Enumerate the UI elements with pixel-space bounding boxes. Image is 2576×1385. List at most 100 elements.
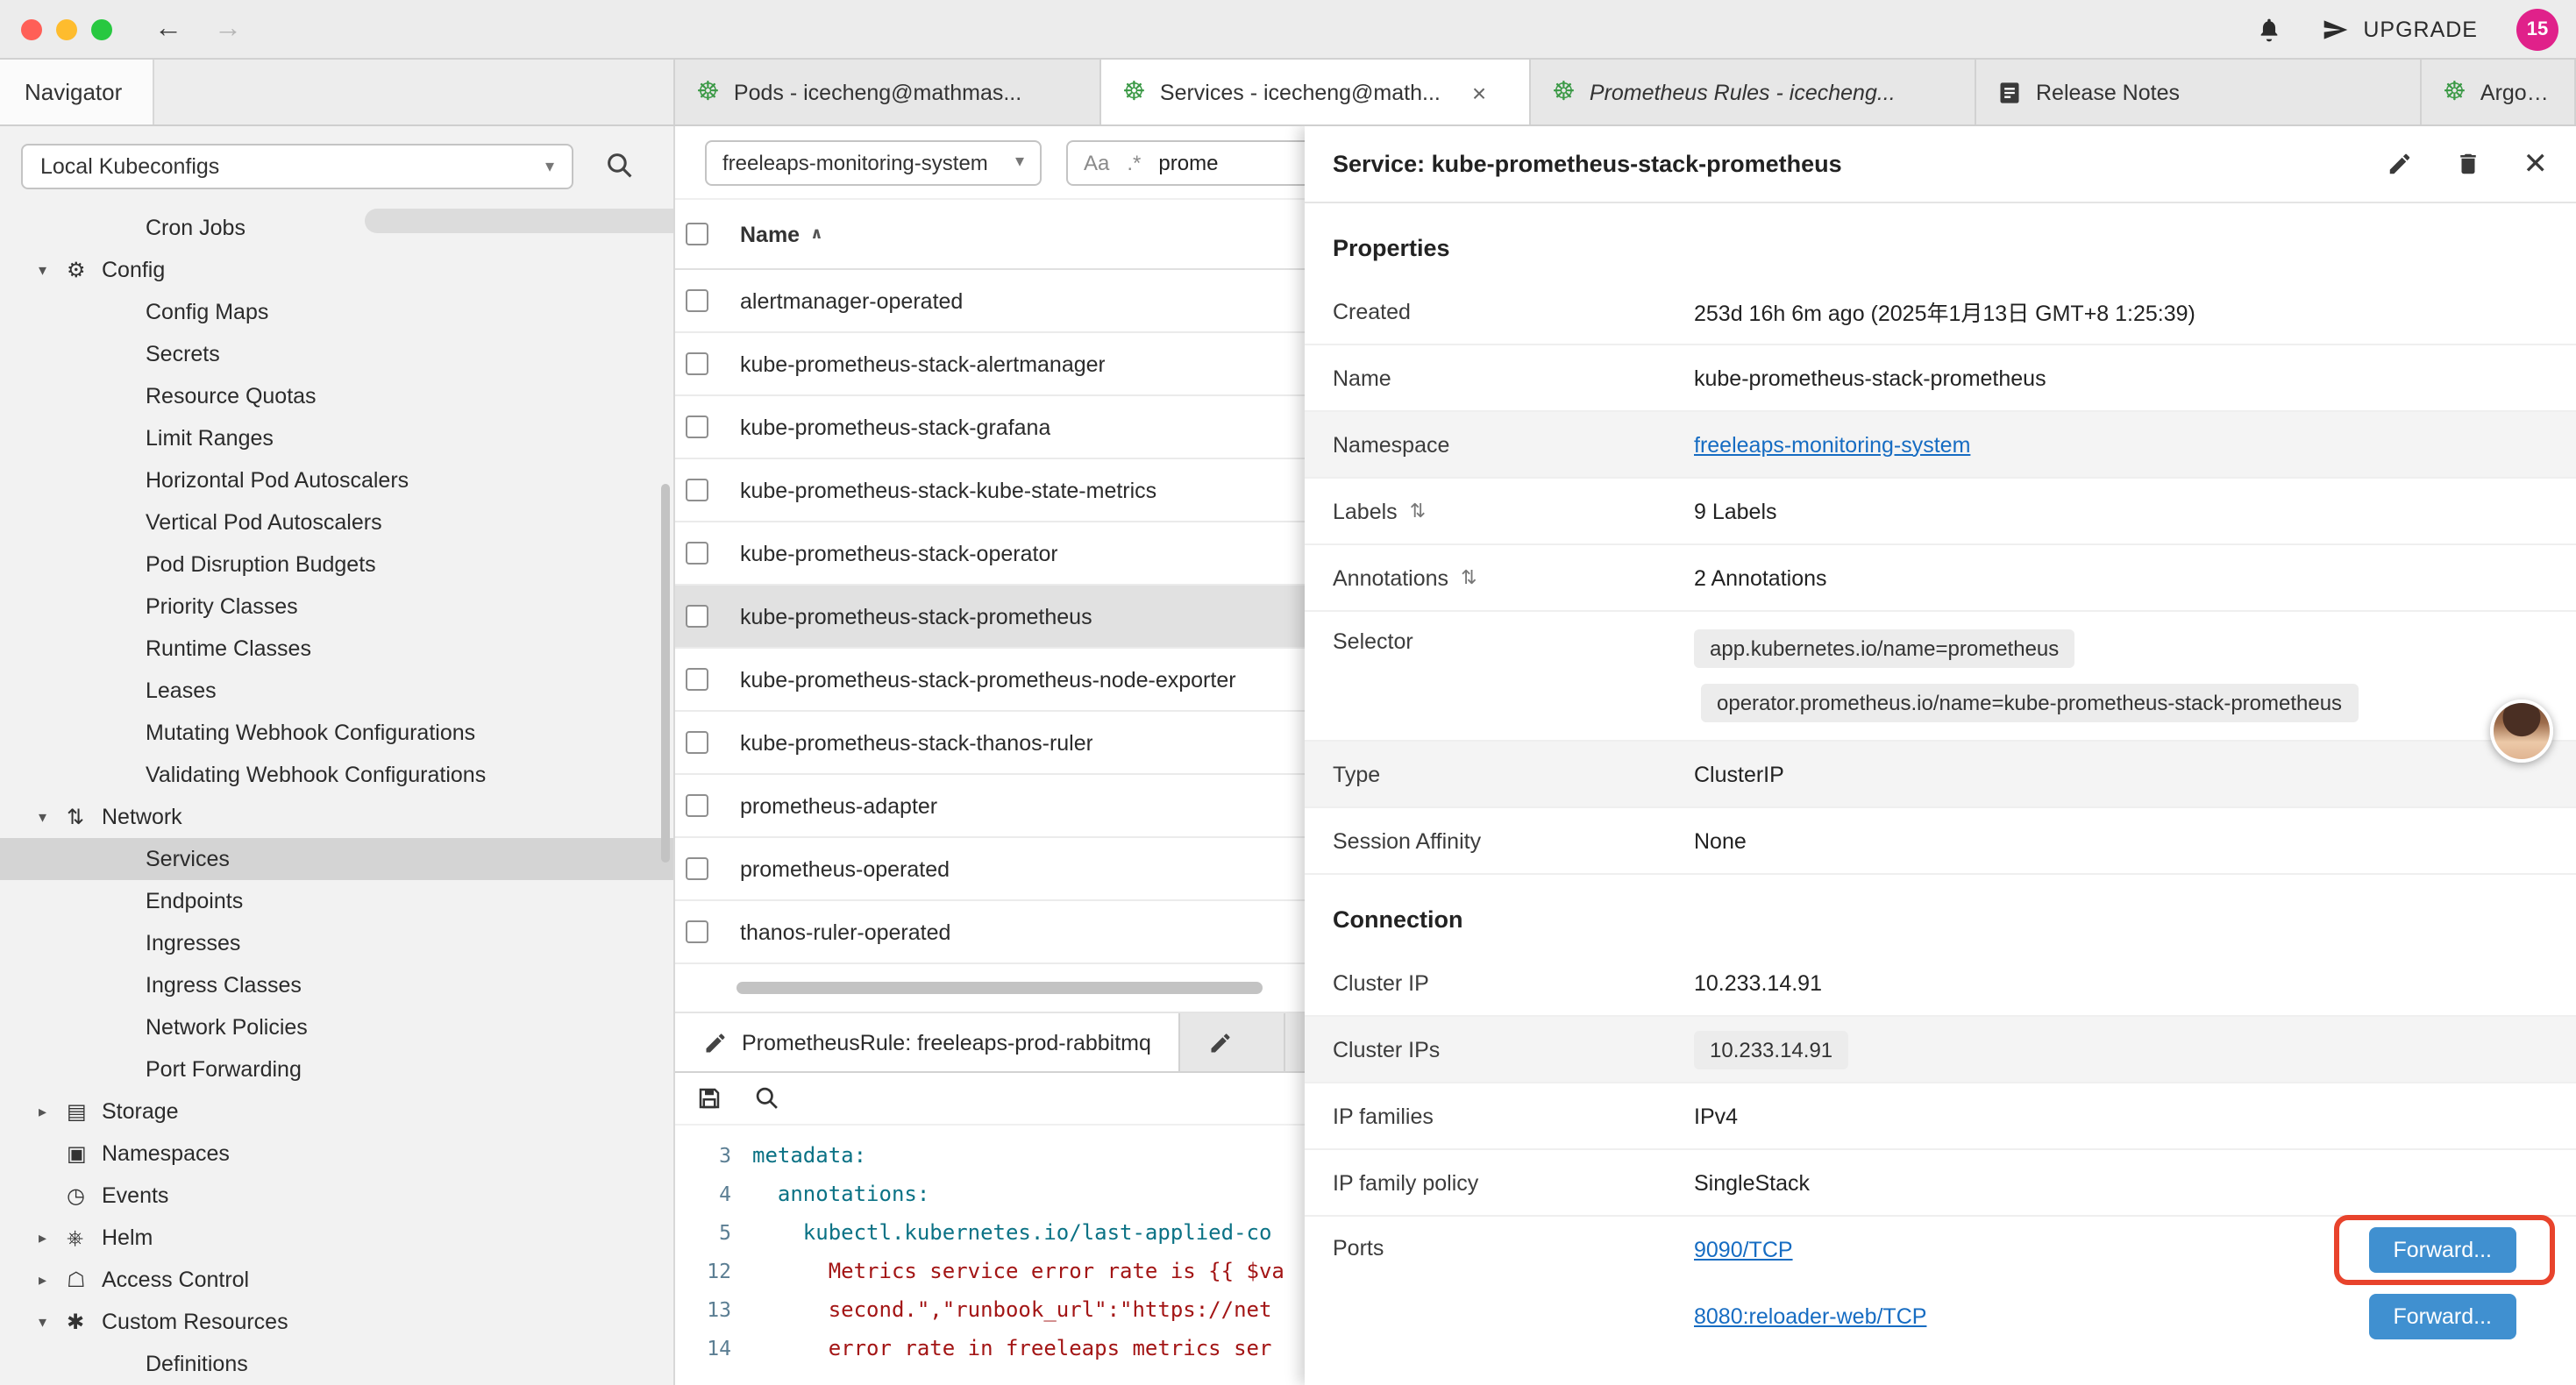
row-checkbox[interactable]	[686, 352, 708, 375]
sidebar-item[interactable]: Validating Webhook Configurations	[0, 754, 673, 796]
tab-argo[interactable]: ☸ Argo Se	[2422, 60, 2576, 124]
sidebar-item-label: Validating Webhook Configurations	[146, 763, 486, 787]
port-forward-button[interactable]: Forward...	[2368, 1227, 2516, 1273]
sidebar-item-label: Priority Classes	[146, 594, 298, 619]
sidebar-item-helm[interactable]: ▸ ⎈ Helm	[0, 1217, 673, 1259]
kubernetes-cluster-icon: ☸	[1552, 79, 1576, 105]
sidebar-item[interactable]: Definitions	[0, 1343, 673, 1385]
drawer-row-ports: Ports 9090/TCP Forward... 8080:reloader-…	[1305, 1217, 2576, 1350]
sidebar-item-network[interactable]: ▾ ⇅ Network	[0, 796, 673, 838]
edit-icon	[1209, 1030, 1234, 1055]
row-checkbox[interactable]	[686, 542, 708, 565]
expand-labels-icon[interactable]: ⇅	[1410, 500, 1426, 522]
sidebar-item[interactable]: Endpoints	[0, 880, 673, 922]
name-column-header[interactable]: Name ∧	[740, 222, 823, 246]
sidebar-search-button[interactable]	[605, 151, 635, 181]
sidebar-item-label: Ingress Classes	[146, 973, 302, 998]
row-checkbox[interactable]	[686, 668, 708, 691]
delete-resource-button[interactable]	[2455, 151, 2481, 177]
close-window-button[interactable]	[21, 18, 42, 39]
sidebar-item-services[interactable]: Services	[0, 838, 673, 880]
minimize-window-button[interactable]	[56, 18, 77, 39]
selector-badge: app.kubernetes.io/name=prometheus	[1694, 629, 2074, 668]
traffic-lights	[21, 18, 112, 39]
match-case-toggle[interactable]: Aa	[1084, 150, 1109, 174]
sidebar-item[interactable]: Network Policies	[0, 1006, 673, 1048]
kubeconfig-select[interactable]: Local Kubeconfigs ▾	[21, 144, 573, 189]
line-number: 3	[675, 1136, 752, 1175]
sidebar-item[interactable]: Ingresses	[0, 922, 673, 964]
forward-button[interactable]: →	[214, 13, 242, 45]
sidebar-item[interactable]: Cron Jobs	[0, 207, 673, 249]
notification-count-badge[interactable]: 15	[2516, 8, 2558, 50]
sidebar-item-namespaces[interactable]: ▣ Namespaces	[0, 1133, 673, 1175]
sidebar-item[interactable]: Resource Quotas	[0, 375, 673, 417]
edit-resource-button[interactable]	[2387, 151, 2413, 177]
zoom-window-button[interactable]	[91, 18, 112, 39]
tabbar-spacer	[154, 60, 675, 124]
sidebar-item-access-control[interactable]: ▸ ☖ Access Control	[0, 1259, 673, 1301]
sidebar-item-label: Access Control	[102, 1268, 249, 1292]
dock-tab-prometheusrule[interactable]: PrometheusRule: freeleaps-prod-rabbitmq	[675, 1013, 1181, 1071]
row-checkbox[interactable]	[686, 479, 708, 501]
sidebar-item[interactable]: Horizontal Pod Autoscalers	[0, 459, 673, 501]
sidebar-item[interactable]: Config Maps	[0, 291, 673, 333]
sidebar-item[interactable]: Port Forwarding	[0, 1048, 673, 1090]
drawer-row-session-affinity: Session Affinity None	[1305, 808, 2576, 875]
sidebar-item[interactable]: Leases	[0, 670, 673, 712]
sidebar-item[interactable]: Runtime Classes	[0, 628, 673, 670]
sidebar-item[interactable]: Priority Classes	[0, 586, 673, 628]
sidebar-item-label: Definitions	[146, 1352, 248, 1376]
chevron-icon: ▾	[39, 807, 67, 827]
tab-services[interactable]: ☸ Services - icecheng@math... ×	[1101, 60, 1531, 124]
sidebar-vertical-scrollbar[interactable]	[661, 484, 670, 863]
sidebar-item-storage[interactable]: ▸ ▤ Storage	[0, 1090, 673, 1133]
row-checkbox[interactable]	[686, 605, 708, 628]
chevron-icon: ▸	[39, 1270, 67, 1289]
back-button[interactable]: ←	[154, 13, 182, 45]
sidebar-item-events[interactable]: ◷ Events	[0, 1175, 673, 1217]
dock-tab-label: PrometheusRule: freeleaps-prod-rabbitmq	[742, 1030, 1151, 1055]
navigator-tab[interactable]: Navigator	[0, 60, 154, 124]
save-icon	[696, 1085, 722, 1112]
tab-prometheus-rules[interactable]: ☸ Prometheus Rules - icecheng...	[1531, 60, 1976, 124]
sidebar-item[interactable]: Mutating Webhook Configurations	[0, 712, 673, 754]
sidebar-item[interactable]: Secrets	[0, 333, 673, 375]
navigator-sidebar: Local Kubeconfigs ▾ Cron Jobs ▾ ⚙ Config…	[0, 126, 675, 1385]
close-drawer-button[interactable]: ✕	[2523, 146, 2549, 181]
tab-release-notes[interactable]: Release Notes	[1976, 60, 2422, 124]
save-button[interactable]	[696, 1085, 722, 1112]
sidebar-item[interactable]: Vertical Pod Autoscalers	[0, 501, 673, 543]
upgrade-button[interactable]: UPGRADE	[2321, 15, 2478, 43]
row-checkbox[interactable]	[686, 857, 708, 880]
port-link[interactable]: 8080:reloader-web/TCP	[1694, 1304, 1926, 1329]
sidebar-item-label: Runtime Classes	[146, 636, 311, 661]
expand-annotations-icon[interactable]: ⇅	[1461, 566, 1477, 589]
row-checkbox[interactable]	[686, 289, 708, 312]
notifications-bell-button[interactable]	[2254, 15, 2282, 43]
row-checkbox[interactable]	[686, 731, 708, 754]
sidebar-item-config[interactable]: ▾ ⚙ Config	[0, 249, 673, 291]
avatar[interactable]	[2490, 700, 2553, 763]
horizontal-scrollbar[interactable]	[737, 982, 1263, 994]
sidebar-item[interactable]: Limit Ranges	[0, 417, 673, 459]
sidebar-item[interactable]: Ingress Classes	[0, 964, 673, 1006]
port-link[interactable]: 9090/TCP	[1694, 1238, 1793, 1262]
namespace-link[interactable]: freeleaps-monitoring-system	[1694, 432, 2548, 457]
dock-tab-partial[interactable]	[1181, 1013, 1286, 1071]
row-checkbox[interactable]	[686, 794, 708, 817]
row-checkbox[interactable]	[686, 416, 708, 438]
drawer-row-ip-family-policy: IP family policy SingleStack	[1305, 1150, 2576, 1217]
search-icon	[754, 1085, 780, 1112]
tab-pods[interactable]: ☸ Pods - icecheng@mathmas...	[675, 60, 1101, 124]
regex-toggle[interactable]: .*	[1127, 150, 1141, 174]
editor-search-button[interactable]	[754, 1085, 780, 1112]
port-forward-button[interactable]: Forward...	[2368, 1294, 2516, 1339]
row-checkbox[interactable]	[686, 920, 708, 943]
close-tab-icon[interactable]: ×	[1472, 78, 1486, 106]
namespace-select[interactable]: freeleaps-monitoring-system ▾	[705, 139, 1042, 185]
select-all-checkbox[interactable]	[686, 223, 708, 245]
sidebar-item-custom-resources[interactable]: ▾ ✱ Custom Resources	[0, 1301, 673, 1343]
section-icon: ▤	[67, 1099, 102, 1124]
sidebar-item[interactable]: Pod Disruption Budgets	[0, 543, 673, 586]
